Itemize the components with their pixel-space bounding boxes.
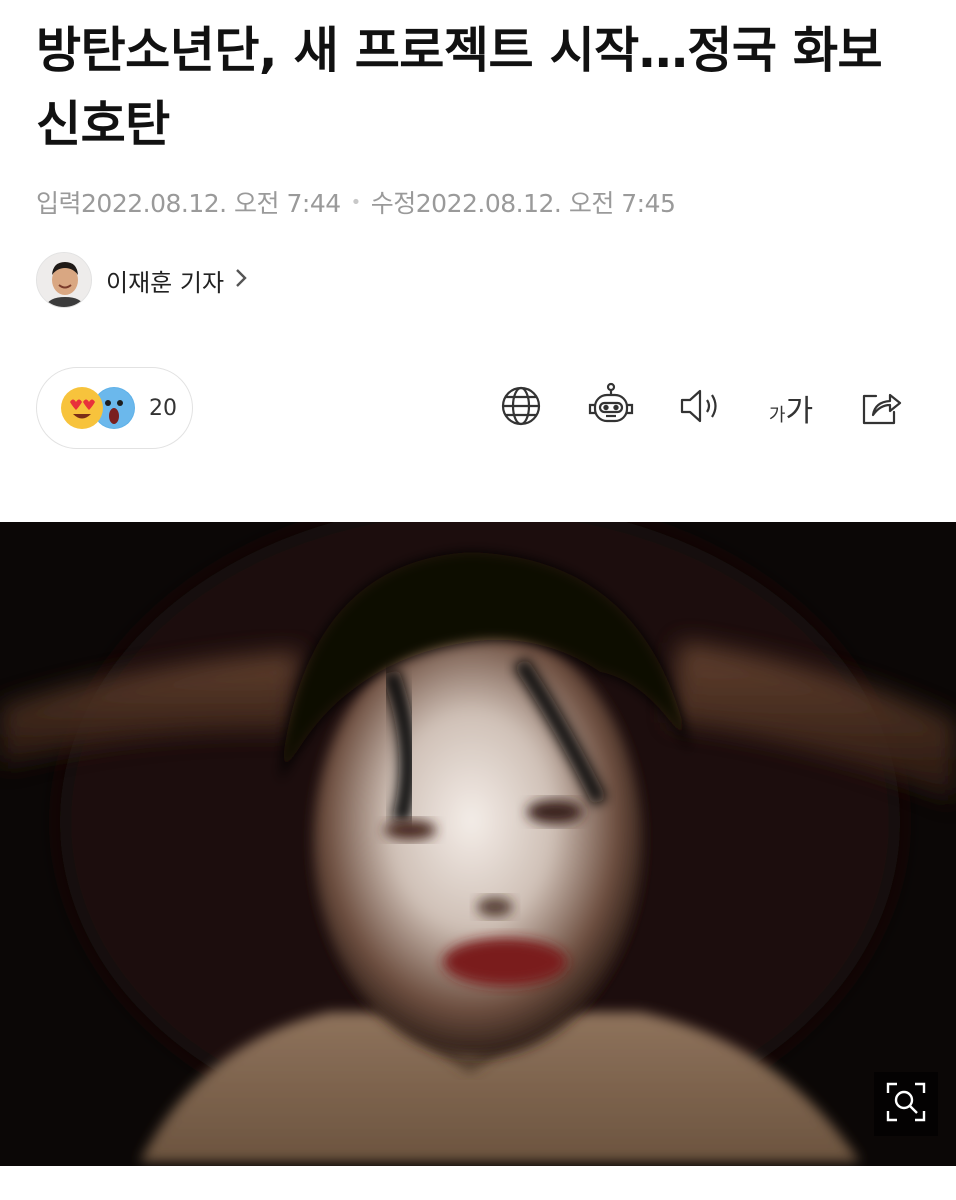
published-time: 2022.08.12. 오전 7:44 (81, 189, 341, 218)
font-size-icon: 가가 (769, 386, 813, 430)
reporter-link[interactable]: 이재훈 기자 (36, 252, 248, 308)
share-icon (858, 384, 904, 432)
article-title: 방탄소년단, 새 프로젝트 시작…정국 화보 신호탄 (36, 22, 883, 153)
reaction-button[interactable]: 20 (36, 367, 193, 449)
globe-icon (499, 384, 543, 432)
modified-time: 2022.08.12. 오전 7:45 (415, 189, 676, 218)
chevron-right-icon (234, 267, 248, 293)
article-page: 방탄소년단, 새 프로젝트 시작…정국 화보 신호탄 입력 2022.08.12… (0, 0, 956, 1200)
summary-bot-button[interactable] (566, 378, 656, 438)
font-size-button[interactable]: 가가 (746, 378, 836, 438)
font-size-small-label: 가 (768, 405, 786, 426)
article-meta: 입력 2022.08.12. 오전 7:44 • 수정 2022.08.12. … (36, 184, 676, 220)
article-photo[interactable] (0, 522, 956, 1166)
reporter-avatar (36, 252, 92, 308)
share-button[interactable] (836, 378, 926, 438)
meta-separator: • (350, 191, 362, 213)
zoom-button[interactable] (874, 1072, 938, 1136)
speaker-icon (678, 384, 724, 432)
font-size-large-label: 가 (785, 394, 814, 429)
reporter-name: 이재훈 기자 (106, 268, 225, 297)
reaction-count: 20 (149, 395, 177, 421)
heart-eyes-emoji (61, 387, 103, 429)
article-toolbar: 가가 (476, 378, 926, 438)
modified-label: 수정 (370, 189, 417, 218)
text-to-speech-button[interactable] (656, 378, 746, 438)
translate-button[interactable] (476, 378, 566, 438)
published-label: 입력 (36, 189, 82, 218)
robot-icon (586, 381, 636, 435)
zoom-icon (884, 1080, 928, 1128)
